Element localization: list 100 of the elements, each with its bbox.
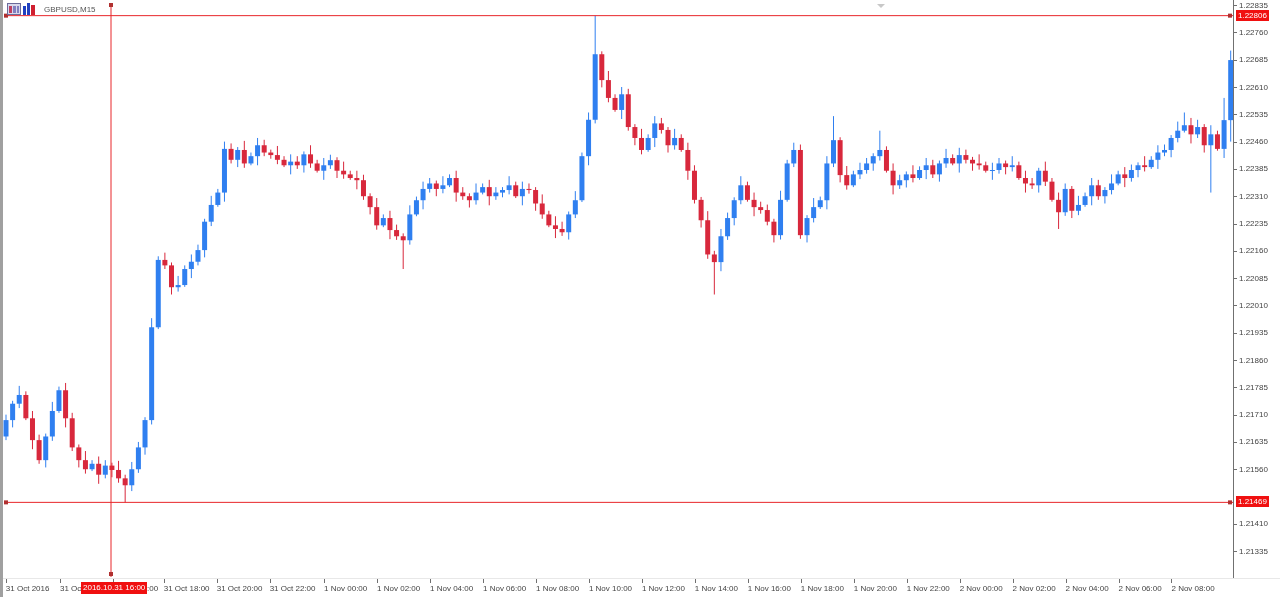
- time-label: 2 Nov 02:00: [1012, 583, 1056, 594]
- price-label: 1.21935: [1239, 327, 1268, 339]
- price-label: 1.22610: [1239, 81, 1268, 93]
- candlestick: [936, 160, 942, 183]
- window-icon: [7, 3, 21, 15]
- candlestick: [1102, 186, 1108, 204]
- price-label: 1.22310: [1239, 190, 1268, 202]
- candlestick: [976, 153, 982, 171]
- candlestick: [1201, 123, 1207, 154]
- candlestick: [208, 195, 214, 227]
- candlestick: [672, 128, 678, 151]
- candlestick: [725, 212, 731, 241]
- candlestick: [791, 142, 797, 168]
- price-label: 1.21635: [1239, 436, 1268, 448]
- candlestick: [996, 157, 1002, 175]
- shift-marker-icon[interactable]: [877, 4, 885, 8]
- time-marker: 2016.10.31 16:00: [81, 582, 148, 594]
- time-label: 1 Nov 14:00: [694, 583, 738, 594]
- candlestick: [989, 162, 995, 181]
- time-label: 31 Oct 18:00: [163, 583, 210, 594]
- candlestick: [552, 215, 558, 239]
- candlestick: [182, 264, 188, 288]
- candlestick: [301, 150, 307, 174]
- candlestick: [731, 196, 737, 226]
- price-label: 1.21335: [1239, 545, 1268, 557]
- candlestick: [1062, 182, 1068, 217]
- candlestick: [619, 86, 625, 120]
- crosshair-handle[interactable]: [4, 13, 8, 18]
- crosshair-handle[interactable]: [109, 572, 113, 576]
- candlestick: [1049, 177, 1055, 203]
- time-label: :00: [147, 583, 159, 594]
- time-label: 1 Nov 16:00: [747, 583, 791, 594]
- candlestick: [420, 181, 426, 210]
- candlestick: [1175, 121, 1181, 143]
- candlestick: [1155, 144, 1161, 170]
- price-label: 1.22085: [1239, 272, 1268, 284]
- time-label: 1 Nov 20:00: [853, 583, 897, 594]
- candlestick: [639, 128, 645, 155]
- candlestick: [844, 165, 850, 191]
- candlestick: [82, 450, 88, 475]
- candlestick: [804, 214, 810, 243]
- price-label: 1.21560: [1239, 463, 1268, 475]
- price-label: 1.22010: [1239, 299, 1268, 311]
- candlestick: [241, 140, 247, 169]
- candlestick: [698, 196, 704, 229]
- price-label: 1.22460: [1239, 136, 1268, 148]
- candlestick: [1089, 177, 1095, 206]
- candlestick: [387, 210, 393, 240]
- candlestick: [354, 170, 360, 190]
- candlestick: [1056, 192, 1062, 230]
- candlestick: [930, 159, 936, 179]
- candlestick: [1181, 111, 1187, 134]
- time-label: 2 Nov 08:00: [1171, 583, 1215, 594]
- crosshair-handle[interactable]: [4, 500, 8, 505]
- candlestick: [274, 145, 280, 165]
- candlestick: [811, 197, 817, 223]
- time-label: 1 Nov 18:00: [800, 583, 844, 594]
- price-label: 1.22385: [1239, 163, 1268, 175]
- candlestick: [519, 181, 525, 206]
- candlestick: [76, 443, 82, 468]
- time-label: 2 Nov 00:00: [959, 583, 1003, 594]
- candlestick: [169, 261, 174, 296]
- price-label: 1.22835: [1239, 0, 1268, 11]
- candlestick: [10, 400, 16, 428]
- candlestick: [162, 252, 168, 270]
- candlestick: [956, 147, 962, 174]
- candlestick: [360, 174, 366, 201]
- candlestick: [135, 441, 141, 474]
- price-label: 1.21785: [1239, 381, 1268, 393]
- time-label: 1 Nov 00:00: [324, 583, 368, 594]
- time-label: 31 Oct 20:00: [216, 583, 263, 594]
- time-label: 1 Nov 02:00: [377, 583, 421, 594]
- candlestick: [122, 474, 128, 503]
- candlestick: [188, 253, 194, 279]
- candlestick: [16, 385, 22, 409]
- price-label: 1.21710: [1239, 409, 1268, 421]
- candlestick: [566, 211, 572, 241]
- candlestick: [738, 175, 744, 205]
- candlestick: [572, 190, 578, 219]
- candlestick: [116, 460, 122, 484]
- crosshair-handle[interactable]: [1228, 13, 1232, 18]
- candlestick: [195, 244, 201, 266]
- candlestick: [1042, 161, 1048, 187]
- price-label: 1.22160: [1239, 245, 1268, 257]
- price-label: 1.22535: [1239, 108, 1268, 120]
- candlestick: [308, 144, 314, 169]
- candlestick: [440, 175, 446, 194]
- crosshair-handle[interactable]: [1228, 500, 1232, 505]
- candlestick: [1188, 117, 1194, 144]
- crosshair-handle[interactable]: [109, 3, 113, 7]
- candlestick: [235, 146, 241, 168]
- symbol-label: GBPUSD,M15: [44, 4, 96, 14]
- candlestick: [1075, 195, 1081, 216]
- candlestick: [43, 433, 49, 468]
- time-label: 1 Nov 08:00: [535, 583, 580, 594]
- candlestick: [890, 162, 896, 195]
- candlestick: [831, 115, 836, 168]
- candlestick: [473, 182, 479, 206]
- candlestick: [1195, 119, 1201, 139]
- candlestick: [413, 196, 419, 217]
